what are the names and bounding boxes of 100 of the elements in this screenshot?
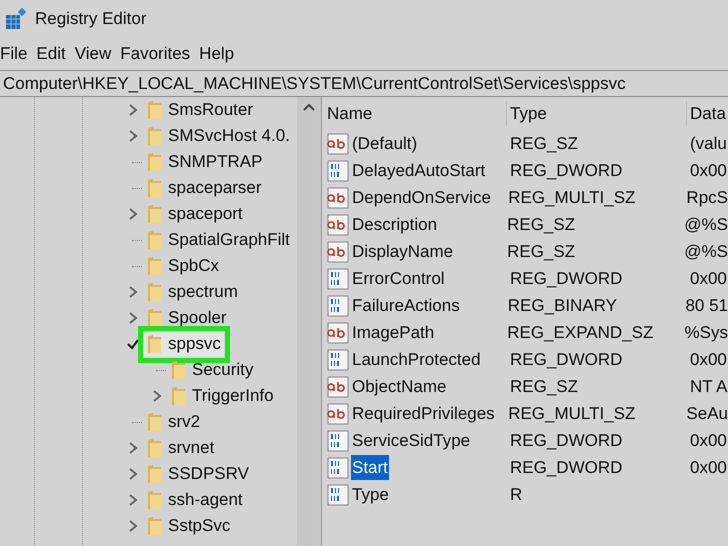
tree-item[interactable]: SNMPTRAP bbox=[144, 150, 266, 174]
binary-value-icon bbox=[327, 294, 349, 316]
tree-item[interactable]: spaceparser bbox=[144, 176, 265, 200]
folder-icon bbox=[147, 256, 162, 276]
folder-icon bbox=[171, 360, 186, 380]
value-name[interactable]: DelayedAutoStart bbox=[351, 158, 486, 184]
folder-icon bbox=[147, 334, 162, 354]
string-value-icon bbox=[327, 322, 349, 344]
table-cell-text: REG_DWORD bbox=[509, 430, 624, 452]
value-name[interactable]: ErrorControl bbox=[351, 266, 446, 292]
tree-item[interactable]: spectrum bbox=[144, 280, 241, 304]
tree-item[interactable]: TriggerInfo bbox=[168, 384, 277, 408]
menu-item[interactable]: Favorites bbox=[120, 41, 190, 67]
column-header[interactable]: Data bbox=[687, 100, 726, 126]
table-cell-text: REG_SZ bbox=[509, 132, 580, 155]
binary-value-icon bbox=[327, 430, 349, 452]
address-bar[interactable]: Computer\HKEY_LOCAL_MACHINE\SYSTEM\CurrentControlSet\Services\sppsvc bbox=[0, 70, 728, 97]
tree-item[interactable]: SmsRouter bbox=[144, 98, 256, 122]
menu-item[interactable]: Help bbox=[199, 41, 234, 67]
tree-item[interactable]: SMSvcHost 4.0. bbox=[144, 124, 293, 148]
value-name[interactable]: Type bbox=[351, 482, 390, 508]
value-name[interactable]: RequiredPrivileges bbox=[351, 400, 496, 426]
folder-icon bbox=[147, 178, 162, 198]
string-value-icon bbox=[327, 240, 349, 262]
value-name[interactable]: LaunchProtected bbox=[351, 346, 482, 372]
value-name[interactable]: DependOnService bbox=[351, 184, 492, 210]
value-name[interactable]: ObjectName bbox=[351, 374, 448, 400]
tree-item[interactable]: sppsvc bbox=[144, 332, 224, 356]
tree-item[interactable]: SstpSvc bbox=[144, 514, 234, 538]
binary-value-icon bbox=[327, 160, 349, 182]
folder-icon bbox=[147, 282, 162, 302]
table-cell-text: REG_DWORD bbox=[509, 160, 624, 182]
table-cell-text: 80 51 bbox=[684, 294, 728, 317]
table-cell-text: @%S bbox=[683, 214, 728, 236]
table-cell-text: 0x00 bbox=[689, 160, 727, 182]
string-value-icon bbox=[327, 402, 349, 424]
table-cell-text: REG_EXPAND_SZ bbox=[506, 322, 654, 344]
table-cell-text: REG_SZ bbox=[506, 214, 576, 236]
tree-item[interactable]: SpbCx bbox=[144, 254, 222, 278]
table-cell-text: 0x00 bbox=[689, 430, 727, 452]
table-cell-text: REG_MULTI_SZ bbox=[507, 402, 636, 425]
table-cell-text: %Sys bbox=[684, 322, 728, 344]
table-cell-text: 0x00 bbox=[689, 268, 727, 290]
table-cell-text: NT A bbox=[689, 376, 728, 398]
value-name[interactable]: Description bbox=[351, 212, 438, 238]
folder-icon bbox=[147, 126, 162, 146]
table-cell-text: 0x00 bbox=[689, 456, 727, 479]
table-cell-text: REG_DWORD bbox=[509, 348, 624, 371]
value-name[interactable]: (Default) bbox=[351, 130, 418, 156]
table-cell-text: (valu bbox=[689, 132, 727, 155]
table-cell-text: REG_BINARY bbox=[506, 294, 618, 317]
tree-item[interactable]: SpatialGraphFilt bbox=[144, 228, 293, 252]
string-value-icon bbox=[327, 376, 349, 398]
tree-item[interactable]: srvnet bbox=[144, 436, 218, 460]
tree-item[interactable]: Spooler bbox=[144, 306, 230, 330]
tree-item[interactable]: SSDPSRV bbox=[144, 462, 252, 486]
table-cell-text: R bbox=[509, 484, 524, 506]
folder-icon bbox=[147, 438, 162, 458]
table-cell-text: 0x00 bbox=[689, 348, 727, 371]
table-cell-text: RpcS bbox=[685, 186, 728, 209]
tree-item[interactable]: spaceport bbox=[144, 202, 246, 226]
table-cell-text: REG_MULTI_SZ bbox=[507, 186, 636, 209]
scroll-up-icon[interactable] bbox=[303, 103, 315, 111]
string-value-icon bbox=[327, 132, 349, 154]
binary-value-icon bbox=[327, 268, 349, 290]
menu-item[interactable]: Edit bbox=[36, 41, 66, 67]
value-name[interactable]: DisplayName bbox=[351, 238, 454, 264]
menu-item[interactable]: File bbox=[0, 41, 28, 67]
check-chevron-icon[interactable] bbox=[126, 337, 140, 351]
value-name[interactable]: FailureActions bbox=[351, 292, 461, 318]
value-name[interactable]: Start bbox=[351, 454, 389, 480]
folder-icon bbox=[171, 386, 186, 406]
binary-value-icon bbox=[327, 484, 349, 506]
value-name[interactable]: ServiceSidType bbox=[351, 428, 472, 454]
tree-item[interactable]: ssh-agent bbox=[144, 488, 246, 512]
tree-item[interactable]: Security bbox=[168, 358, 256, 382]
string-value-icon bbox=[327, 186, 349, 208]
folder-icon bbox=[147, 490, 162, 510]
folder-icon bbox=[147, 100, 162, 120]
string-value-icon bbox=[327, 214, 349, 236]
binary-value-icon bbox=[327, 348, 349, 370]
scrollbar[interactable] bbox=[297, 97, 321, 546]
table-cell-text: REG_SZ bbox=[506, 240, 576, 263]
tree-item[interactable]: srv2 bbox=[144, 410, 204, 434]
folder-icon bbox=[147, 516, 162, 536]
table-cell-text: REG_DWORD bbox=[509, 268, 624, 290]
folder-icon bbox=[147, 152, 162, 172]
table-cell-text: @%S bbox=[683, 240, 728, 263]
value-name[interactable]: ImagePath bbox=[351, 320, 436, 346]
binary-value-icon bbox=[327, 456, 349, 478]
folder-icon bbox=[147, 204, 162, 224]
folder-icon bbox=[147, 230, 162, 250]
column-header[interactable]: Type bbox=[507, 100, 687, 126]
table-cell-text: REG_DWORD bbox=[509, 456, 624, 479]
menu-item[interactable]: View bbox=[74, 41, 112, 67]
column-header[interactable]: Name bbox=[327, 100, 507, 126]
window-title: Registry Editor bbox=[35, 8, 146, 30]
folder-icon bbox=[147, 412, 162, 432]
folder-icon bbox=[147, 308, 162, 328]
folder-icon bbox=[147, 464, 162, 484]
